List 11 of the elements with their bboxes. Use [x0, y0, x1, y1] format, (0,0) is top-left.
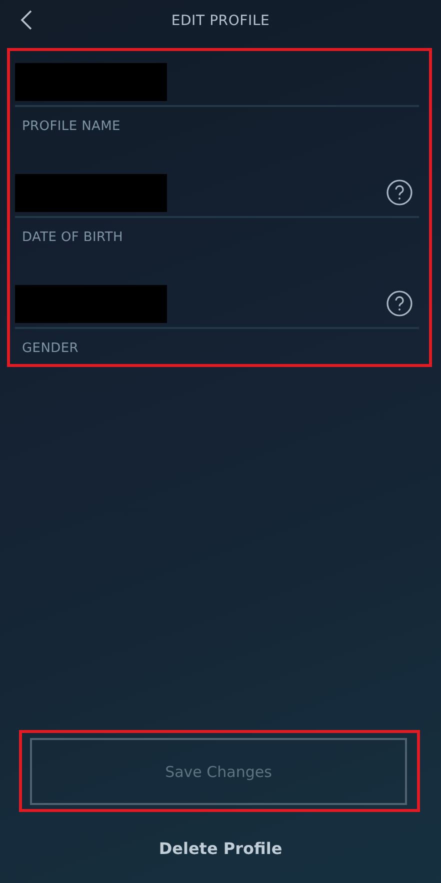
- help-icon[interactable]: [386, 290, 413, 317]
- field-label: GENDER: [22, 341, 80, 356]
- field-label: DATE OF BIRTH: [22, 230, 124, 245]
- input-field[interactable]: [15, 174, 419, 218]
- help-icon[interactable]: [386, 179, 413, 206]
- back-icon[interactable]: [20, 10, 34, 30]
- delete-link[interactable]: Delete Profile: [152, 838, 288, 859]
- page-title: EDIT PROFILE: [171, 13, 270, 29]
- field-label: PROFILE NAME: [22, 119, 122, 134]
- input-field[interactable]: [15, 285, 419, 329]
- input-field[interactable]: [15, 63, 419, 107]
